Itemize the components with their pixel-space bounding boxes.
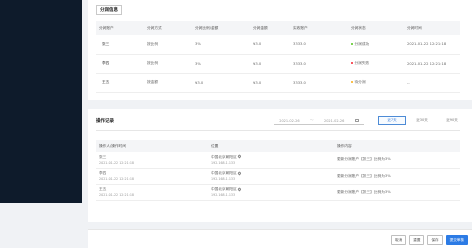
cell-operator: 王五 2021-01-22 12:21:18: [96, 184, 208, 201]
cell-content: 更新分润账户【张三】比例为3%: [334, 184, 460, 201]
allocation-header-row: 分润账户 分润方式 分润比例/金额 分润金额 实收账户 分润状态 分润时间: [96, 21, 460, 35]
cell-time: --: [404, 73, 460, 93]
cell-location: 中国北京朝阳区 192.168.1.133: [208, 168, 334, 185]
cell-account: 李四: [96, 54, 144, 74]
cell-amount: ¥3.0: [250, 54, 290, 74]
location-pin-icon: [237, 187, 242, 191]
tab-30-days[interactable]: 近30天: [408, 116, 436, 125]
cell-status: 分润成功: [348, 35, 404, 55]
main-content: 分润信息 分润账户 分润方式 分润比例/金额 分润金额 实收账户 分润状态 分润…: [88, 0, 472, 248]
cell-account: 张三: [96, 35, 144, 55]
status-text: 待分润: [354, 80, 366, 84]
divider: [96, 130, 460, 131]
allocation-card: 分润信息 分润账户 分润方式 分润比例/金额 分润金额 实收账户 分润状态 分润…: [88, 0, 472, 100]
operator-name: 张三: [99, 154, 107, 159]
cell-status: 分润失败: [348, 54, 404, 74]
cell-method: 按比例: [144, 35, 192, 55]
action-footer: 取消 重置 保存 提交审核: [88, 229, 472, 248]
location-text: 中国北京朝阳区: [211, 154, 237, 159]
cell-ratio: ¥3.0: [192, 73, 250, 93]
cell-content: 更新分润账户【张三】比例为3%: [334, 168, 460, 185]
cell-receiver: 3333.0: [290, 54, 348, 74]
col-receiver: 实收账户: [290, 21, 348, 35]
location-pin-icon: [237, 154, 242, 159]
status-text: 分润失败: [354, 61, 370, 65]
col-account: 分润账户: [96, 21, 144, 35]
sidebar: [0, 0, 82, 203]
operator-time: 2021-01-22 12:21:18: [99, 177, 135, 181]
cancel-button[interactable]: 取消: [391, 235, 407, 245]
cell-ratio: 3%: [192, 54, 250, 74]
cell-time: 2021-01-22 12:21:18: [404, 54, 460, 74]
table-row: 张三 2021-01-22 12:21:18 中国北京朝阳区 192.168.1.1…: [96, 152, 460, 169]
col-amount: 分润金额: [250, 21, 290, 35]
ip-address: 192.168.1.133: [211, 193, 236, 197]
cell-time: 2021-01-22 12:21:18: [404, 35, 460, 55]
submit-review-button[interactable]: 提交审核: [445, 235, 468, 245]
reset-button[interactable]: 重置: [409, 235, 425, 245]
location-pin-icon: [237, 171, 242, 175]
col-method: 分润方式: [144, 21, 192, 35]
cell-operator: 张三 2021-01-22 12:21:18: [96, 152, 208, 169]
cell-location: 中国北京朝阳区 192.168.1.133: [208, 152, 334, 169]
cell-method: 按比例: [144, 54, 192, 74]
col-time: 分润时间: [404, 21, 460, 35]
calendar-icon[interactable]: [354, 118, 359, 123]
location-text: 中国北京朝阳区: [211, 187, 237, 191]
operator-time: 2021-01-22 12:21:18: [99, 160, 135, 165]
cell-receiver: 3333.0: [290, 35, 348, 55]
cell-location: 中国北京朝阳区 192.168.1.133: [208, 184, 334, 201]
table-row: 李四 按比例 3% ¥3.0 3333.0 分润失败 2021-01-22 12…: [96, 54, 460, 74]
table-row: 张三 按比例 3% ¥3.0 3333.0 分润成功 2021-01-22 12…: [96, 35, 460, 55]
cell-operator: 李四 2021-01-22 12:21:18: [96, 168, 208, 185]
operator-time: 2021-01-22 12:21:18: [99, 193, 135, 197]
cell-receiver: 3333.0: [290, 73, 348, 93]
col-location: 位置: [208, 140, 334, 152]
table-row: 李四 2021-01-22 12:21:18 中国北京朝阳区 192.168.1.1…: [96, 168, 460, 185]
status-dot-icon: [351, 81, 353, 83]
cell-method: 按金额: [144, 73, 192, 93]
cell-amount: ¥3.0: [250, 73, 290, 93]
oplog-table: 操作人/操作时间 位置 操作内容 张三 2021-01-22 12:21:18 中…: [96, 140, 460, 201]
date-range-picker[interactable]: 2021-02-26 ～ 2021-02-26: [274, 117, 364, 125]
col-status: 分润状态: [348, 21, 404, 35]
range-tabs: 近7天 近30天 近90天: [378, 116, 466, 125]
ip-address: 192.168.1.133: [211, 160, 236, 165]
table-row: 王五 2021-01-22 12:21:18 中国北京朝阳区 192.168.1.1…: [96, 184, 460, 201]
date-separator: ～: [310, 118, 314, 122]
footer-buttons: 取消 重置 保存 提交审核: [391, 235, 468, 245]
col-ratio: 分润比例/金额: [192, 21, 250, 35]
operator-name: 李四: [99, 171, 107, 175]
status-text: 分润成功: [354, 41, 370, 46]
oplog-header-row: 操作人/操作时间 位置 操作内容: [96, 140, 460, 152]
col-content: 操作内容: [334, 140, 460, 152]
tab-7-days[interactable]: 近7天: [378, 116, 406, 125]
location-text: 中国北京朝阳区: [211, 171, 237, 175]
date-end[interactable]: 2021-02-26: [324, 119, 344, 123]
operator-name: 王五: [99, 187, 107, 191]
save-button[interactable]: 保存: [427, 235, 443, 245]
status-dot-icon: [351, 62, 353, 64]
allocation-title: 分润信息: [96, 5, 122, 15]
date-start[interactable]: 2021-02-26: [279, 119, 299, 123]
ip-address: 192.168.1.133: [211, 177, 236, 181]
allocation-table: 分润账户 分润方式 分润比例/金额 分润金额 实收账户 分润状态 分润时间 张三…: [96, 21, 460, 93]
cell-amount: ¥3.0: [250, 35, 290, 55]
col-operator: 操作人/操作时间: [96, 140, 208, 152]
oplog-card: 操作记录 2021-02-26 ～ 2021-02-26 近7天 近30天 近9…: [88, 109, 472, 222]
table-row: 王五 按金额 ¥3.0 ¥3.0 3333.0 待分润 --: [96, 73, 460, 93]
cell-content: 更新分润账户【张三】比例为3%: [334, 152, 460, 169]
cell-account: 王五: [96, 73, 144, 93]
cell-status: 待分润: [348, 73, 404, 93]
oplog-title: 操作记录: [96, 119, 114, 124]
cell-ratio: 3%: [192, 35, 250, 55]
tab-90-days[interactable]: 近90天: [438, 116, 466, 125]
status-dot-icon: [351, 42, 353, 45]
